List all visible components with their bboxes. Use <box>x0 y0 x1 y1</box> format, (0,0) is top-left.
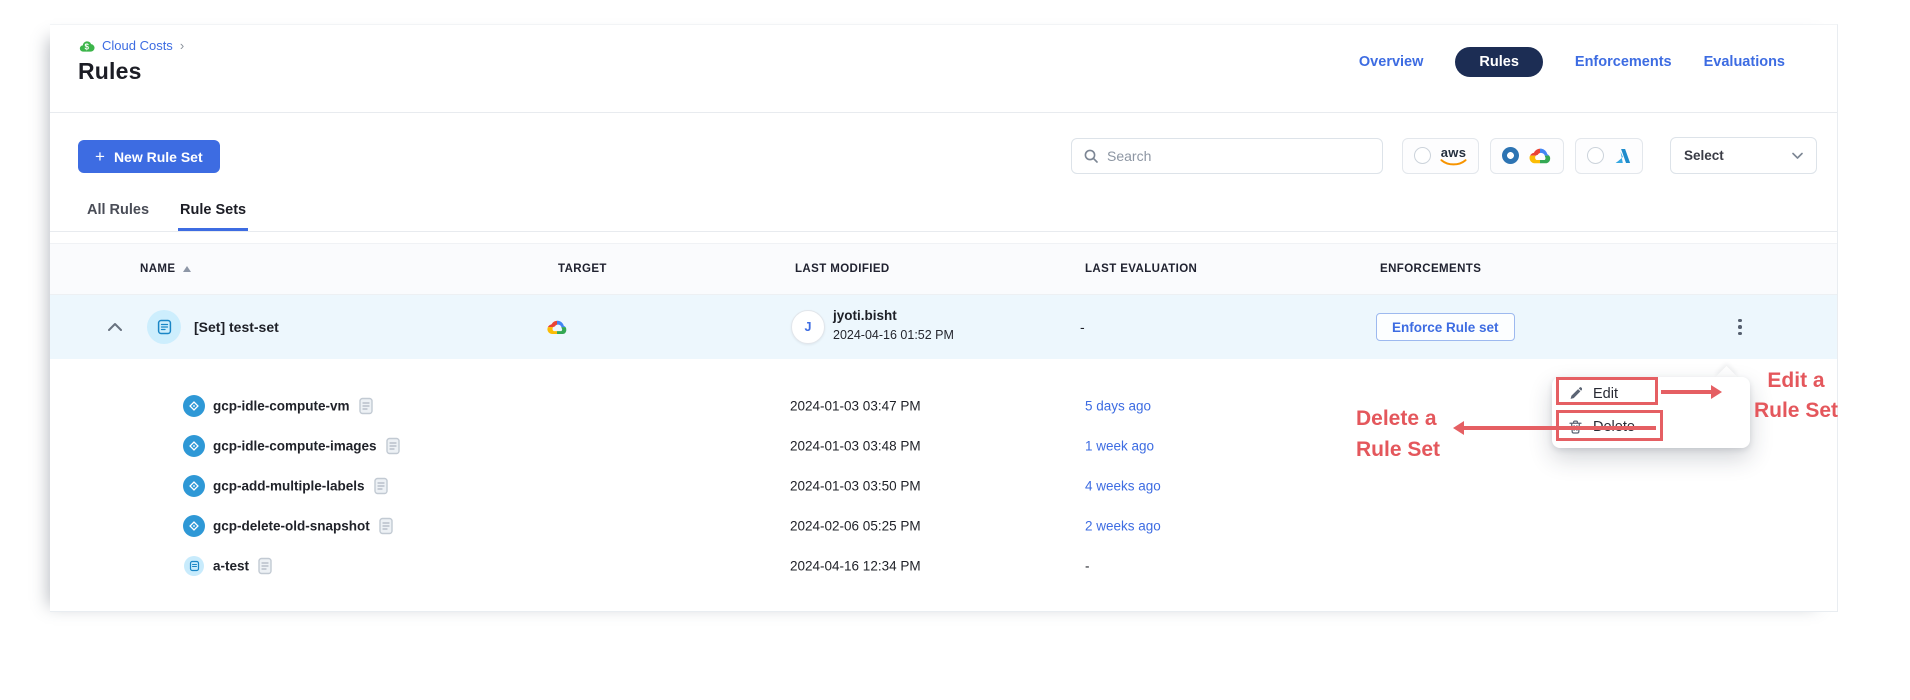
menu-item-edit-label: Edit <box>1593 386 1618 402</box>
select-dropdown[interactable]: Select <box>1670 137 1817 174</box>
rule-last-modified: 2024-04-16 12:34 PM <box>790 559 921 574</box>
table-header: NAME TARGET LAST MODIFIED LAST EVALUATIO… <box>50 243 1837 295</box>
gcp-target-icon <box>546 318 568 336</box>
nav-overview[interactable]: Overview <box>1359 54 1424 70</box>
collapse-chevron-button[interactable] <box>100 312 130 342</box>
rule-set-name: [Set] test-set <box>194 319 279 335</box>
rule-last-evaluation-value: - <box>1085 559 1090 574</box>
edit-annotation-arrow <box>1661 390 1712 394</box>
rule-set-mini-icon <box>184 556 204 576</box>
aws-radio[interactable] <box>1414 147 1431 164</box>
rules-tab-bar: All Rules Rule Sets <box>50 184 1837 232</box>
last-evaluation-value: - <box>1080 319 1085 335</box>
rule-icon <box>183 435 205 457</box>
rule-doc-icon[interactable] <box>359 398 373 415</box>
top-navigation: Overview Rules Enforcements Evaluations <box>1359 47 1785 77</box>
sort-ascending-icon <box>183 266 191 272</box>
rule-icon <box>183 475 205 497</box>
user-avatar: J <box>791 310 825 344</box>
cloud-costs-rules-page: $ Cloud Costs › Rules Overview Rules Enf… <box>50 24 1838 612</box>
gcp-radio-selected[interactable] <box>1502 147 1519 164</box>
new-rule-set-label: New Rule Set <box>114 149 203 165</box>
rule-set-icon <box>147 310 181 344</box>
pencil-icon <box>1569 387 1582 400</box>
rule-name: gcp-add-multiple-labels <box>213 479 365 494</box>
rule-last-modified: 2024-01-03 03:48 PM <box>790 439 921 454</box>
new-rule-set-button[interactable]: + New Rule Set <box>78 140 220 173</box>
azure-radio[interactable] <box>1587 147 1604 164</box>
rule-last-modified: 2024-01-03 03:47 PM <box>790 399 921 414</box>
rule-last-evaluation-link[interactable]: 4 weeks ago <box>1085 479 1161 494</box>
rule-set-row[interactable]: [Set] test-set J jyoti.bisht 2024-04-16 … <box>50 295 1837 359</box>
azure-logo-icon <box>1613 148 1631 164</box>
page-header: $ Cloud Costs › Rules Overview Rules Enf… <box>50 25 1837 113</box>
rule-doc-icon[interactable] <box>379 518 393 535</box>
delete-annotation-label: Delete a Rule Set <box>1356 403 1476 465</box>
chevron-down-icon <box>1792 152 1803 160</box>
rule-doc-icon[interactable] <box>386 438 400 455</box>
cloud-costs-icon: $ <box>78 39 95 53</box>
chevron-up-icon <box>108 322 122 332</box>
breadcrumb-cloud-costs-link[interactable]: Cloud Costs <box>102 38 173 53</box>
rule-row[interactable]: a-test 2024-04-16 12:34 PM - <box>50 546 1837 586</box>
search-input[interactable] <box>1107 148 1370 164</box>
filter-azure-chip[interactable] <box>1575 138 1643 174</box>
select-dropdown-label: Select <box>1684 148 1724 163</box>
rule-last-evaluation-link[interactable]: 5 days ago <box>1085 399 1151 414</box>
nav-rules-active[interactable]: Rules <box>1455 47 1543 77</box>
filter-aws-chip[interactable]: aws <box>1402 138 1479 174</box>
rule-doc-icon[interactable] <box>374 478 388 495</box>
rule-icon <box>183 515 205 537</box>
enforce-rule-set-button[interactable]: Enforce Rule set <box>1376 313 1515 341</box>
svg-text:$: $ <box>85 42 90 51</box>
modified-timestamp: 2024-04-16 01:52 PM <box>833 328 954 342</box>
rule-last-modified: 2024-01-03 03:50 PM <box>790 479 921 494</box>
rule-last-modified: 2024-02-06 05:25 PM <box>790 519 921 534</box>
rule-row[interactable]: gcp-add-multiple-labels 2024-01-03 03:50… <box>50 466 1837 506</box>
nav-evaluations[interactable]: Evaluations <box>1704 54 1785 70</box>
breadcrumb: $ Cloud Costs › <box>78 38 184 53</box>
rule-last-evaluation-link[interactable]: 1 week ago <box>1085 439 1154 454</box>
rule-name: gcp-delete-old-snapshot <box>213 519 370 534</box>
toolbar-filters: aws <box>1071 137 1817 174</box>
rule-row[interactable]: gcp-delete-old-snapshot 2024-02-06 05:25… <box>50 506 1837 546</box>
gcp-logo-icon <box>1528 146 1552 165</box>
row-menu-kebab-icon[interactable] <box>1724 311 1756 343</box>
tab-all-rules[interactable]: All Rules <box>85 202 151 231</box>
rule-name: gcp-idle-compute-vm <box>213 399 350 414</box>
page-title: Rules <box>78 58 142 85</box>
nav-enforcements[interactable]: Enforcements <box>1575 54 1672 70</box>
aws-logo-icon: aws <box>1440 146 1467 166</box>
search-icon <box>1084 149 1098 163</box>
edit-annotation-label: Edit a Rule Set <box>1740 366 1852 426</box>
plus-icon: + <box>95 148 105 165</box>
rule-icon <box>183 395 205 417</box>
filter-gcp-chip[interactable] <box>1490 138 1564 174</box>
rule-last-evaluation-link[interactable]: 2 weeks ago <box>1085 519 1161 534</box>
breadcrumb-separator: › <box>180 38 184 53</box>
modified-by-user: jyoti.bisht <box>833 308 897 323</box>
column-header-enforcements[interactable]: ENFORCEMENTS <box>1380 263 1481 275</box>
rule-doc-icon[interactable] <box>258 558 272 575</box>
toolbar: + New Rule Set aws <box>50 113 1837 184</box>
column-header-name[interactable]: NAME <box>140 263 191 275</box>
search-box[interactable] <box>1071 138 1383 174</box>
rule-name: gcp-idle-compute-images <box>213 439 377 454</box>
column-header-last-evaluation[interactable]: LAST EVALUATION <box>1085 263 1197 275</box>
tab-rule-sets[interactable]: Rule Sets <box>178 202 248 231</box>
rule-name: a-test <box>213 559 249 574</box>
column-header-last-modified[interactable]: LAST MODIFIED <box>795 263 890 275</box>
delete-annotation-arrow <box>1463 426 1656 430</box>
column-header-target[interactable]: TARGET <box>558 263 607 275</box>
